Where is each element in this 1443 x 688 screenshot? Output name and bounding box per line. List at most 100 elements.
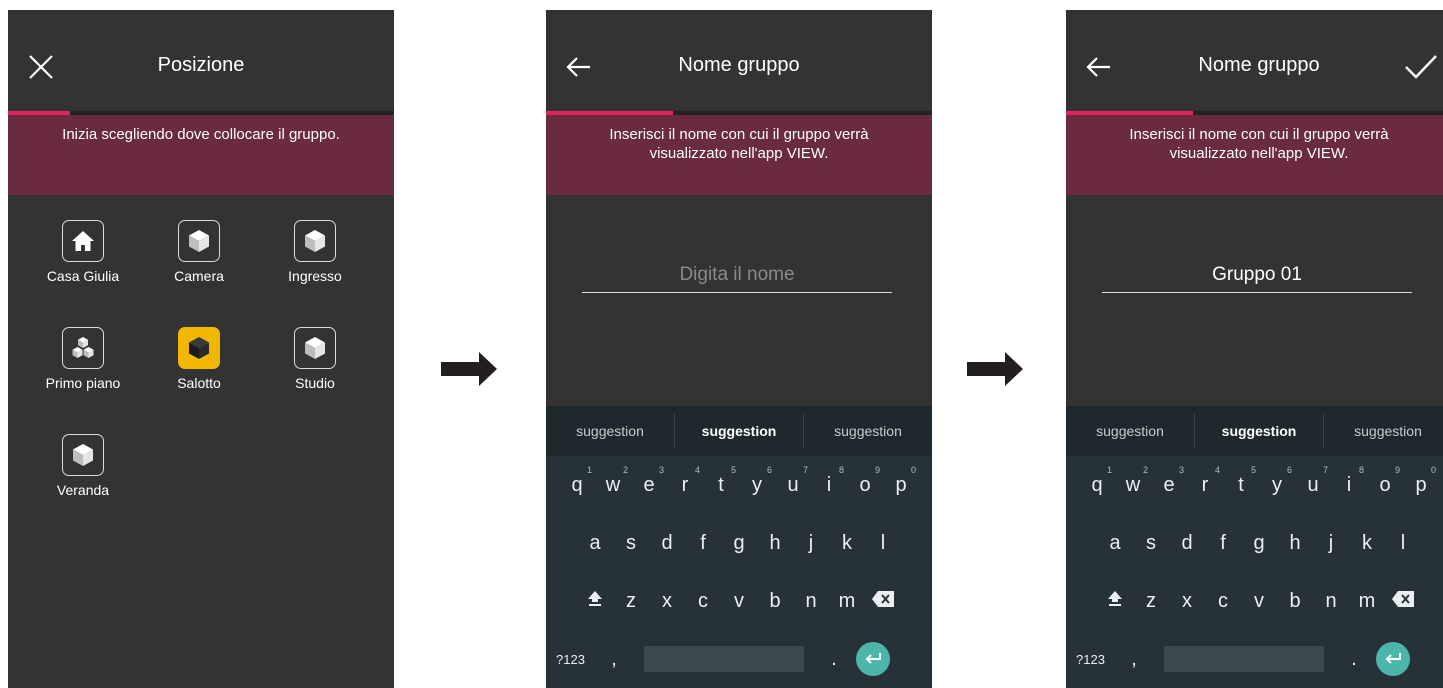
key[interactable]: e3 xyxy=(631,465,667,497)
key[interactable]: s xyxy=(613,532,649,555)
key[interactable]: a xyxy=(577,532,613,555)
key-row-3: z x c v b n m xyxy=(546,572,932,630)
suggestion-item[interactable]: suggestion xyxy=(1195,423,1323,439)
key[interactable]: g xyxy=(721,532,757,555)
cube-icon xyxy=(294,220,336,262)
key[interactable]: p0 xyxy=(1403,465,1439,497)
comma-key[interactable]: , xyxy=(1116,648,1152,671)
page-title: Nome gruppo xyxy=(1198,54,1320,76)
top-bar: Posizione xyxy=(8,10,394,113)
key[interactable]: o9 xyxy=(1367,465,1403,497)
info-banner: Inizia scegliendo dove collocare il grup… xyxy=(8,115,394,195)
key[interactable]: c xyxy=(1205,590,1241,613)
period-key[interactable]: . xyxy=(1336,648,1372,671)
key[interactable]: q1 xyxy=(559,465,595,497)
group-name-input[interactable] xyxy=(1102,258,1412,293)
key-hint: 7 xyxy=(1322,464,1328,475)
key[interactable]: o9 xyxy=(847,465,883,497)
key[interactable]: g xyxy=(1241,532,1277,555)
cube-icon xyxy=(178,327,220,369)
key-hint: 4 xyxy=(694,464,700,475)
key-hint: 9 xyxy=(1394,464,1400,475)
key[interactable]: n xyxy=(1313,590,1349,613)
group-name-input[interactable] xyxy=(582,258,892,293)
key[interactable]: f xyxy=(685,532,721,555)
key[interactable]: u7 xyxy=(1295,465,1331,497)
key[interactable]: y6 xyxy=(1259,465,1295,497)
shift-icon[interactable] xyxy=(1097,589,1133,613)
key-label: y xyxy=(752,473,762,496)
suggestion-item[interactable]: suggestion xyxy=(804,423,932,439)
numbers-key[interactable]: ?123 xyxy=(556,652,596,667)
key[interactable]: b xyxy=(1277,590,1313,613)
location-veranda[interactable]: Veranda xyxy=(28,434,138,498)
key[interactable]: l xyxy=(1385,532,1421,555)
key[interactable]: h xyxy=(1277,532,1313,555)
enter-icon[interactable] xyxy=(1376,642,1410,676)
key[interactable]: r4 xyxy=(1187,465,1223,497)
key[interactable]: q1 xyxy=(1079,465,1115,497)
location-studio[interactable]: Studio xyxy=(260,327,370,391)
location-camera[interactable]: Camera xyxy=(144,220,254,284)
checkmark-icon[interactable] xyxy=(1404,52,1438,82)
key[interactable]: v xyxy=(721,590,757,613)
backspace-icon[interactable] xyxy=(865,590,901,613)
key[interactable]: j xyxy=(1313,532,1349,555)
location-salotto[interactable]: Salotto xyxy=(144,327,254,391)
enter-icon[interactable] xyxy=(856,642,890,676)
suggestion-item[interactable]: suggestion xyxy=(1324,423,1443,439)
key[interactable]: n xyxy=(793,590,829,613)
numbers-key[interactable]: ?123 xyxy=(1076,652,1116,667)
key[interactable]: w2 xyxy=(1115,465,1151,497)
suggestion-item[interactable]: suggestion xyxy=(1066,423,1194,439)
key[interactable]: t5 xyxy=(703,465,739,497)
location-ingresso[interactable]: Ingresso xyxy=(260,220,370,284)
key[interactable]: d xyxy=(1169,532,1205,555)
location-primo-piano[interactable]: Primo piano xyxy=(28,327,138,391)
period-key[interactable]: . xyxy=(816,648,852,671)
space-key[interactable] xyxy=(644,646,804,672)
key[interactable]: d xyxy=(649,532,685,555)
key[interactable]: h xyxy=(757,532,793,555)
key[interactable]: e3 xyxy=(1151,465,1187,497)
space-key[interactable] xyxy=(1164,646,1324,672)
key[interactable]: s xyxy=(1133,532,1169,555)
key[interactable]: u7 xyxy=(775,465,811,497)
key[interactable]: v xyxy=(1241,590,1277,613)
comma-key[interactable]: , xyxy=(596,648,632,671)
soft-keyboard: suggestion suggestion suggestion q1 w2 e… xyxy=(546,406,932,688)
key[interactable]: w2 xyxy=(595,465,631,497)
key-label: u xyxy=(787,473,799,496)
key[interactable]: m xyxy=(1349,590,1385,613)
suggestion-bar: suggestion suggestion suggestion xyxy=(1066,406,1443,456)
key[interactable]: l xyxy=(865,532,901,555)
banner-text: Inizia scegliendo dove collocare il grup… xyxy=(62,126,340,143)
location-label: Ingresso xyxy=(288,268,342,284)
location-casa-giulia[interactable]: Casa Giulia xyxy=(28,220,138,284)
key[interactable]: c xyxy=(685,590,721,613)
key[interactable]: y6 xyxy=(739,465,775,497)
key[interactable]: p0 xyxy=(883,465,919,497)
suggestion-item[interactable]: suggestion xyxy=(546,423,674,439)
key[interactable]: i8 xyxy=(811,465,847,497)
key-hint: 8 xyxy=(1358,464,1364,475)
key[interactable]: k xyxy=(1349,532,1385,555)
key[interactable]: i8 xyxy=(1331,465,1367,497)
key[interactable]: k xyxy=(829,532,865,555)
key[interactable]: t5 xyxy=(1223,465,1259,497)
key[interactable]: m xyxy=(829,590,865,613)
key[interactable]: j xyxy=(793,532,829,555)
key[interactable]: x xyxy=(649,590,685,613)
screen-nome-gruppo-filled: Nome gruppo Inserisci il nome con cui il… xyxy=(1066,10,1443,688)
key[interactable]: f xyxy=(1205,532,1241,555)
key[interactable]: x xyxy=(1169,590,1205,613)
shift-icon[interactable] xyxy=(577,589,613,613)
key[interactable]: a xyxy=(1097,532,1133,555)
key[interactable]: b xyxy=(757,590,793,613)
suggestion-item[interactable]: suggestion xyxy=(675,423,803,439)
key[interactable]: r4 xyxy=(667,465,703,497)
key[interactable]: z xyxy=(1133,590,1169,613)
arrow-right-icon xyxy=(441,352,501,386)
key[interactable]: z xyxy=(613,590,649,613)
backspace-icon[interactable] xyxy=(1385,590,1421,613)
